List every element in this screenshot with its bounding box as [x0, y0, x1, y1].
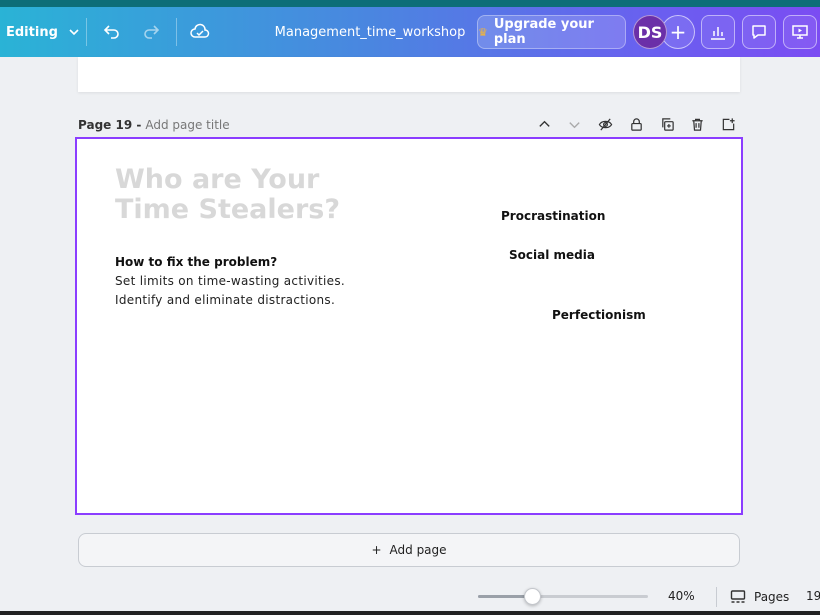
present-icon: [792, 25, 808, 39]
zoom-percentage[interactable]: 40%: [668, 589, 695, 603]
pages-button[interactable]: Pages: [730, 586, 789, 608]
add-page-button[interactable]: + Add page: [78, 533, 740, 567]
crown-icon: ♛: [478, 25, 488, 39]
cloud-check-icon: [190, 23, 210, 38]
pages-grid-icon: [730, 590, 746, 603]
document-title[interactable]: Management_time_workshop: [270, 7, 470, 57]
page-header: Page 19 - Add page title: [78, 116, 230, 134]
add-page-icon-button[interactable]: [718, 114, 738, 134]
plus-icon: +: [371, 543, 382, 557]
stealer-perfectionism[interactable]: Perfectionism: [552, 308, 646, 322]
editing-label: Editing: [6, 24, 58, 40]
top-bar: Editing Management_time_workshop ♛ Upgra…: [0, 7, 820, 57]
editing-menu[interactable]: Editing: [6, 7, 80, 57]
redo-button[interactable]: [139, 20, 163, 44]
pages-label: Pages: [754, 590, 790, 604]
hide-page-button[interactable]: [595, 114, 615, 134]
page-toolbar: [534, 114, 744, 134]
avatar[interactable]: DS: [633, 15, 667, 49]
body-line-2[interactable]: Identify and eliminate distractions.: [115, 293, 335, 307]
undo-button[interactable]: [100, 20, 124, 44]
slide-heading[interactable]: Who are Your Time Stealers?: [115, 165, 415, 225]
page-number-label: Page 19 -: [78, 118, 142, 132]
duplicate-icon: [661, 117, 674, 131]
divider: [86, 18, 87, 46]
body-line-1[interactable]: Set limits on time-wasting activities.: [115, 274, 345, 288]
insights-button[interactable]: [701, 15, 735, 49]
slide-canvas[interactable]: Who are Your Time Stealers? How to fix t…: [75, 137, 743, 515]
chevron-down-icon: [69, 29, 79, 36]
page-title-input[interactable]: Add page title: [145, 118, 229, 132]
add-page-icon: [722, 117, 735, 130]
divider: [716, 587, 717, 607]
lock-icon: [630, 117, 642, 131]
stealer-social-media[interactable]: Social media: [509, 248, 595, 262]
previous-page[interactable]: [78, 57, 740, 92]
eye-off-icon: [598, 117, 612, 131]
zoom-slider[interactable]: [478, 595, 648, 598]
chevron-down-icon: [568, 121, 580, 128]
duplicate-page-button[interactable]: [657, 114, 677, 134]
delete-page-button[interactable]: [687, 114, 707, 134]
chart-icon: [711, 27, 725, 40]
move-page-down-button[interactable]: [564, 114, 584, 134]
trash-icon: [691, 118, 703, 131]
divider: [176, 18, 177, 46]
fix-heading[interactable]: How to fix the problem?: [115, 255, 277, 269]
comments-button[interactable]: [742, 15, 776, 49]
present-button[interactable]: [783, 15, 817, 49]
heading-line-2: Time Stealers?: [115, 194, 341, 225]
bottom-strip: [0, 611, 820, 615]
zoom-slider-handle[interactable]: [524, 588, 542, 605]
add-page-label: Add page: [389, 543, 447, 557]
save-status-button[interactable]: [188, 20, 212, 44]
upgrade-button[interactable]: ♛ Upgrade your plan: [477, 15, 626, 49]
undo-icon: [103, 25, 119, 39]
redo-icon: [144, 25, 160, 39]
upgrade-label: Upgrade your plan: [493, 17, 594, 47]
move-page-up-button[interactable]: [534, 114, 554, 134]
page-count[interactable]: 19: [806, 589, 820, 603]
heading-line-1: Who are Your: [115, 164, 320, 195]
comment-icon: [752, 25, 766, 39]
chevron-up-icon: [538, 120, 550, 127]
stealer-procrastination[interactable]: Procrastination: [501, 209, 605, 223]
lock-page-button[interactable]: [626, 114, 646, 134]
top-strip: [0, 0, 820, 7]
